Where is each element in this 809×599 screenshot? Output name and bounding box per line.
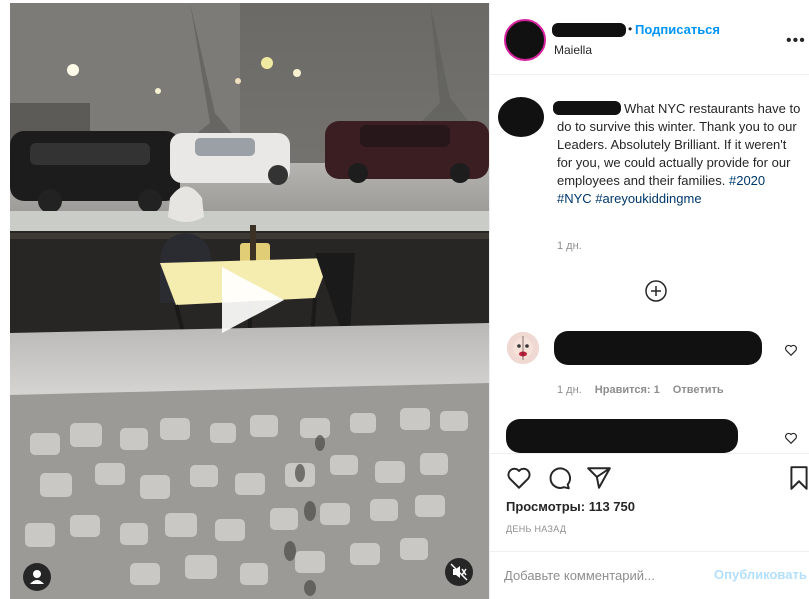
post-page: • Подписаться Maiella ••• What NYC resta… [0, 0, 809, 599]
comment-redacted [506, 419, 738, 453]
comment-input[interactable] [504, 565, 704, 585]
heart-icon [507, 467, 531, 489]
comment-meta: 1 дн. Нравится: 1 Ответить [557, 384, 734, 396]
more-options-icon[interactable]: ••• [786, 32, 806, 50]
play-button[interactable] [218, 265, 288, 335]
views-label: Просмотры: [506, 499, 586, 514]
comment-likes-count[interactable]: Нравится: 1 [595, 384, 660, 396]
post-caption: What NYC restaurants have to do to survi… [557, 100, 803, 208]
user-icon [30, 570, 44, 584]
comment-like-button[interactable] [784, 431, 798, 445]
add-comment-bar: Опубликовать [490, 551, 809, 599]
comment-timestamp: 1 дн. [557, 384, 582, 396]
play-icon [222, 267, 284, 333]
views-number: 113 750 [588, 499, 635, 514]
heart-icon [785, 432, 797, 445]
post-actions [490, 453, 809, 501]
hashtag-link[interactable]: #2020 [729, 173, 765, 188]
tagged-users-button[interactable] [23, 563, 51, 591]
save-button[interactable] [786, 465, 809, 491]
caption-text: What NYC restaurants have to do to survi… [557, 100, 803, 208]
location-link[interactable]: Maiella [554, 43, 592, 57]
views-count[interactable]: Просмотры: 113 750 [506, 499, 635, 514]
caption-author-avatar[interactable] [498, 97, 544, 137]
muted-speaker-icon [450, 563, 468, 581]
load-more-comments-button[interactable] [644, 279, 668, 303]
comment-like-button[interactable] [784, 343, 798, 357]
commenter-avatar[interactable] [507, 332, 539, 364]
separator-dot: • [628, 22, 633, 36]
author-username-redacted[interactable] [552, 23, 626, 37]
avatar-image [507, 332, 539, 364]
share-button[interactable] [586, 465, 612, 491]
comment-button[interactable] [546, 465, 572, 491]
publish-button[interactable]: Опубликовать [714, 567, 807, 582]
bookmark-icon [790, 466, 808, 490]
mute-button[interactable] [445, 558, 473, 586]
post-sidebar: • Подписаться Maiella ••• What NYC resta… [489, 3, 809, 599]
paper-plane-icon [587, 467, 611, 489]
reply-button[interactable]: Ответить [673, 384, 724, 396]
post-video[interactable] [10, 3, 489, 599]
follow-button[interactable]: Подписаться [635, 22, 720, 37]
caption-timestamp: 1 дн. [557, 240, 582, 252]
like-button[interactable] [506, 465, 532, 491]
post-date[interactable]: ДЕНЬ НАЗАД [506, 524, 566, 534]
author-avatar[interactable] [504, 19, 546, 61]
plus-circle-icon [645, 280, 667, 302]
post-header: • Подписаться Maiella ••• [490, 3, 809, 75]
hashtag-link[interactable]: #NYC [557, 191, 592, 206]
comment-text-redacted [554, 331, 762, 365]
heart-icon [785, 344, 797, 357]
speech-bubble-icon [549, 467, 571, 490]
hashtag-link[interactable]: #areyoukiddingme [595, 191, 701, 206]
